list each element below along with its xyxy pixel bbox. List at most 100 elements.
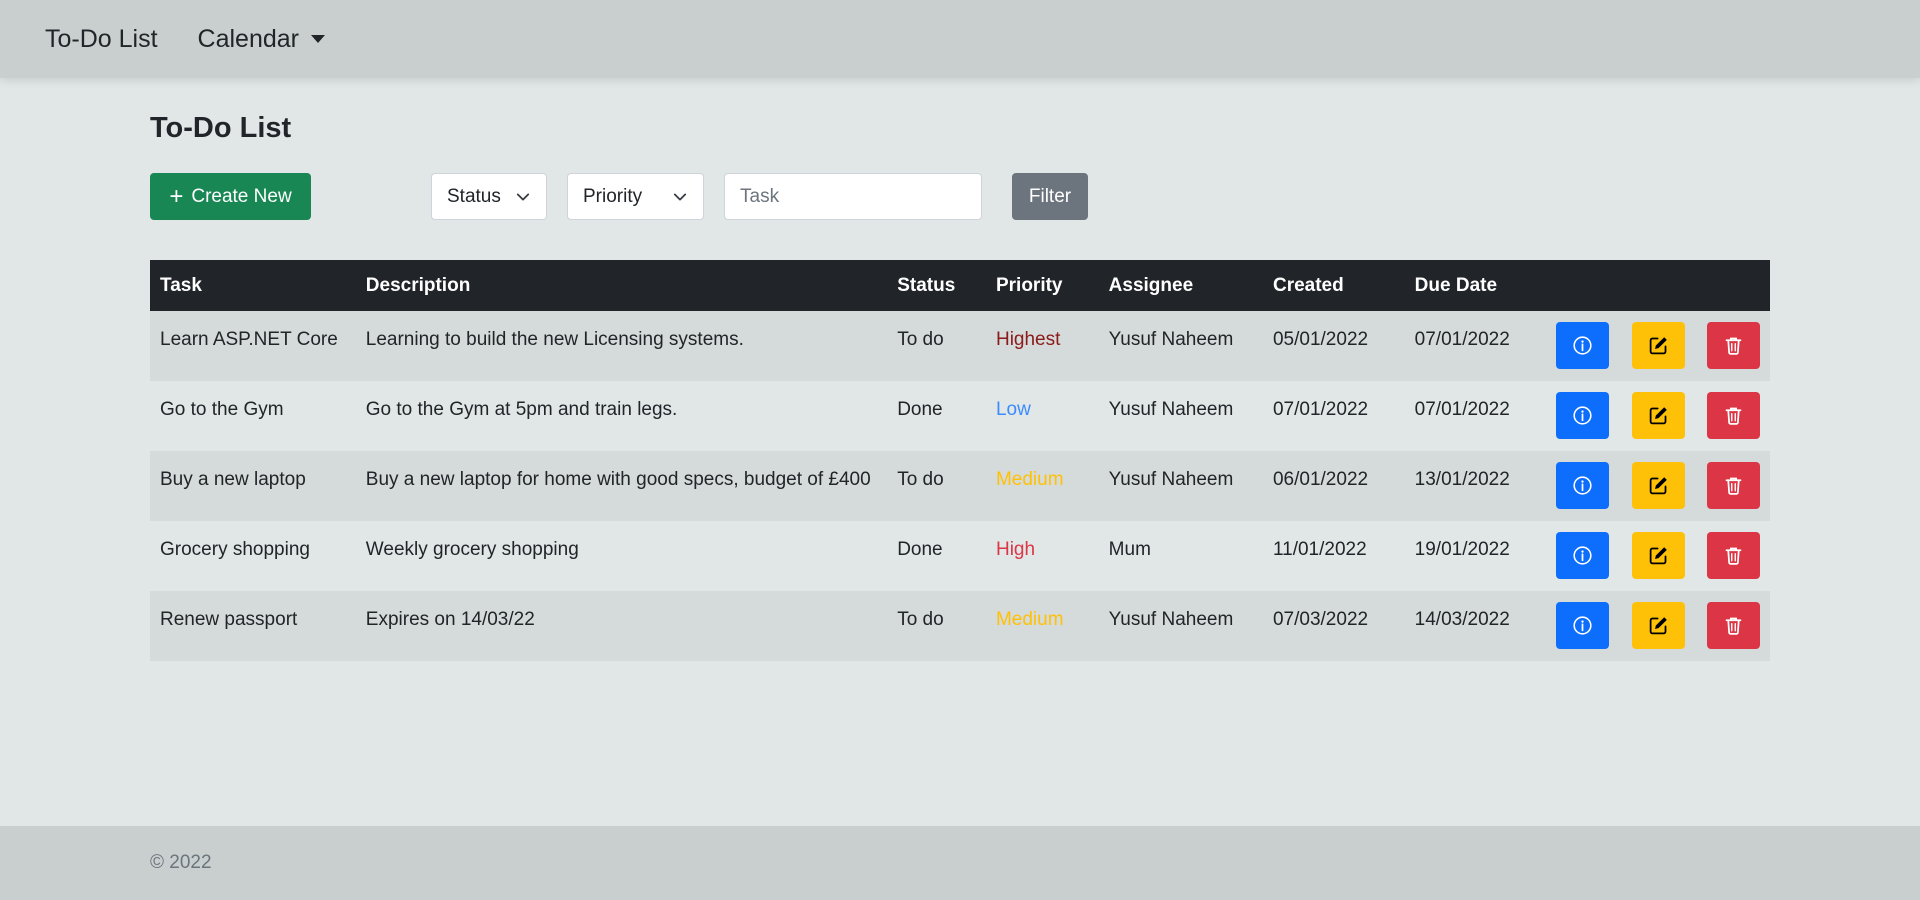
create-new-button[interactable]: + Create New	[150, 173, 311, 220]
assignee-cell: Yusuf Naheem	[1098, 591, 1263, 661]
priority-select[interactable]: Priority	[567, 173, 704, 220]
column-header-description: Description	[355, 260, 888, 311]
trash-icon	[1725, 337, 1742, 355]
table-row: Renew passport Expires on 14/03/22 To do…	[150, 591, 1770, 661]
details-button[interactable]	[1556, 602, 1610, 649]
created-cell: 11/01/2022	[1262, 521, 1405, 591]
caret-down-icon	[311, 35, 325, 43]
footer-copyright: © 2022	[150, 852, 212, 873]
due-date-cell: 14/03/2022	[1404, 591, 1547, 661]
trash-icon	[1725, 617, 1742, 635]
created-cell: 06/01/2022	[1262, 451, 1405, 521]
status-select-value: Status	[447, 185, 501, 207]
pencil-square-icon	[1649, 337, 1667, 355]
description-cell: Learning to build the new Licensing syst…	[355, 311, 888, 381]
priority-cell: Highest	[985, 311, 1099, 381]
delete-button[interactable]	[1707, 392, 1760, 439]
column-header-task: Task	[150, 260, 356, 311]
page-title: To-Do List	[150, 112, 292, 144]
column-header-due-date: Due Date	[1404, 260, 1547, 311]
priority-cell: Low	[985, 381, 1099, 451]
table-header-row: Task Description Status Priority Assigne…	[150, 260, 1770, 311]
calendar-dropdown-label: Calendar	[197, 24, 299, 53]
created-cell: 05/01/2022	[1262, 311, 1405, 381]
info-circle-icon	[1573, 616, 1593, 635]
due-date-cell: 19/01/2022	[1404, 521, 1547, 591]
assignee-cell: Yusuf Naheem	[1098, 451, 1263, 521]
edit-button[interactable]	[1631, 322, 1685, 369]
trash-icon	[1725, 547, 1742, 565]
due-date-cell: 07/01/2022	[1404, 311, 1547, 381]
priority-cell: Medium	[985, 591, 1099, 661]
details-button[interactable]	[1556, 392, 1610, 439]
status-cell: To do	[887, 311, 986, 381]
chevron-down-icon	[516, 193, 530, 200]
edit-button[interactable]	[1631, 462, 1685, 509]
actions-cell	[1546, 311, 1770, 381]
edit-button[interactable]	[1631, 532, 1685, 579]
actions-cell	[1546, 521, 1770, 591]
delete-button[interactable]	[1707, 532, 1760, 579]
table-row: Learn ASP.NET Core Learning to build the…	[150, 311, 1770, 381]
task-cell: Go to the Gym	[150, 381, 356, 451]
status-select[interactable]: Status	[431, 173, 547, 220]
description-cell: Weekly grocery shopping	[355, 521, 888, 591]
task-cell: Buy a new laptop	[150, 451, 356, 521]
chevron-down-icon	[673, 193, 687, 200]
details-button[interactable]	[1556, 462, 1610, 509]
task-cell: Grocery shopping	[150, 521, 356, 591]
delete-button[interactable]	[1707, 322, 1760, 369]
pencil-square-icon	[1649, 477, 1667, 495]
edit-button[interactable]	[1631, 392, 1685, 439]
column-header-created: Created	[1262, 260, 1405, 311]
details-button[interactable]	[1556, 532, 1610, 579]
column-header-status: Status	[887, 260, 986, 311]
edit-button[interactable]	[1631, 602, 1685, 649]
filter-button[interactable]: Filter	[1012, 173, 1088, 220]
pencil-square-icon	[1649, 547, 1667, 565]
description-cell: Expires on 14/03/22	[355, 591, 888, 661]
plus-icon: +	[169, 182, 184, 210]
table-row: Buy a new laptop Buy a new laptop for ho…	[150, 451, 1770, 521]
calendar-dropdown[interactable]: Calendar	[198, 25, 325, 54]
status-cell: Done	[887, 381, 986, 451]
priority-select-value: Priority	[583, 185, 643, 207]
brand-link[interactable]: To-Do List	[45, 25, 158, 54]
status-cell: To do	[887, 451, 986, 521]
status-cell: To do	[887, 591, 986, 661]
due-date-cell: 13/01/2022	[1404, 451, 1547, 521]
description-cell: Buy a new laptop for home with good spec…	[355, 451, 888, 521]
status-cell: Done	[887, 521, 986, 591]
assignee-cell: Yusuf Naheem	[1098, 311, 1263, 381]
table-row: Grocery shopping Weekly grocery shopping…	[150, 521, 1770, 591]
actions-cell	[1546, 591, 1770, 661]
create-new-label: Create New	[191, 185, 292, 207]
info-circle-icon	[1573, 476, 1593, 495]
toolbar: + Create New Status Priority Filter	[150, 173, 1770, 220]
column-header-assignee: Assignee	[1098, 260, 1263, 311]
task-search-input[interactable]	[724, 173, 982, 220]
due-date-cell: 07/01/2022	[1404, 381, 1547, 451]
actions-cell	[1546, 451, 1770, 521]
column-header-priority: Priority	[985, 260, 1099, 311]
delete-button[interactable]	[1707, 462, 1760, 509]
main-content: To-Do List + Create New Status Priority …	[150, 78, 1770, 661]
description-cell: Go to the Gym at 5pm and train legs.	[355, 381, 888, 451]
assignee-cell: Mum	[1098, 521, 1263, 591]
priority-cell: High	[985, 521, 1099, 591]
trash-icon	[1725, 477, 1742, 495]
details-button[interactable]	[1556, 322, 1610, 369]
info-circle-icon	[1573, 546, 1593, 565]
delete-button[interactable]	[1707, 602, 1760, 649]
task-cell: Learn ASP.NET Core	[150, 311, 356, 381]
assignee-cell: Yusuf Naheem	[1098, 381, 1263, 451]
column-header-actions	[1546, 260, 1770, 311]
priority-cell: Medium	[985, 451, 1099, 521]
footer: © 2022	[0, 826, 1920, 900]
actions-cell	[1546, 381, 1770, 451]
table-row: Go to the Gym Go to the Gym at 5pm and t…	[150, 381, 1770, 451]
created-cell: 07/01/2022	[1262, 381, 1405, 451]
todo-table: Task Description Status Priority Assigne…	[150, 260, 1770, 661]
info-circle-icon	[1573, 406, 1593, 425]
info-circle-icon	[1573, 336, 1593, 355]
